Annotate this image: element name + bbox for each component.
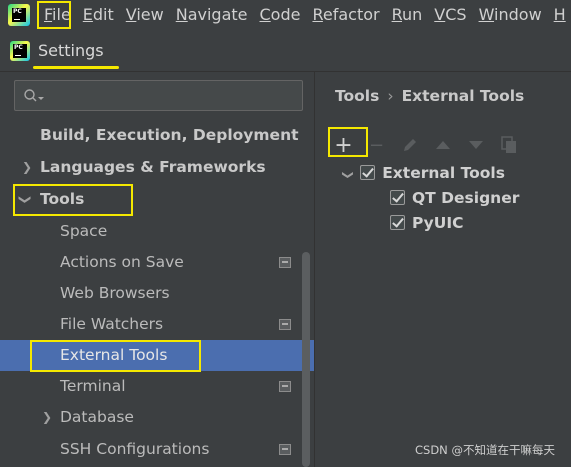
copy-icon: [500, 136, 516, 153]
external-tools-highlight: [30, 340, 201, 372]
breadcrumb-parent[interactable]: Tools: [335, 87, 379, 105]
project-settings-icon: [279, 319, 291, 330]
external-tools-group[interactable]: ❯ External Tools: [342, 161, 505, 185]
tree-item-database[interactable]: ❯ Database: [0, 402, 314, 433]
file-menu-highlight: [37, 1, 71, 29]
project-settings-icon: [279, 444, 291, 455]
tree-item-languages-frameworks[interactable]: ❯ Languages & Frameworks: [0, 152, 314, 183]
checkbox[interactable]: [360, 165, 376, 180]
menu-code[interactable]: Code: [254, 0, 307, 30]
move-down-button[interactable]: [459, 131, 492, 159]
arrow-down-icon: [468, 141, 483, 149]
menu-bar: PC File Edit View Navigate Code Refactor…: [0, 0, 571, 30]
breadcrumb: Tools › External Tools: [335, 87, 524, 105]
menu-help[interactable]: H: [548, 0, 571, 30]
menu-window[interactable]: Window: [473, 0, 548, 30]
settings-tree-panel: Build, Execution, Deployment ❯ Languages…: [0, 72, 314, 467]
tree-item-space[interactable]: Space: [0, 216, 314, 247]
pycharm-icon: PC: [10, 40, 30, 61]
window-title: Settings: [38, 41, 104, 60]
project-settings-icon: [279, 257, 291, 268]
tool-item-pyuic[interactable]: PyUIC: [390, 211, 463, 235]
search-input[interactable]: [14, 80, 303, 111]
tree-item-web-browsers[interactable]: Web Browsers: [0, 278, 314, 309]
chevron-down-icon[interactable]: ❯: [336, 170, 360, 179]
checkbox[interactable]: [390, 190, 405, 205]
tree-item-build-execution-deployment[interactable]: Build, Execution, Deployment: [0, 120, 314, 151]
move-up-button[interactable]: [426, 131, 459, 159]
pencil-icon: [403, 139, 416, 151]
tree-scrollbar[interactable]: [302, 252, 310, 467]
chevron-right-icon[interactable]: ❯: [42, 402, 52, 433]
settings-underline-mark: [33, 66, 119, 69]
project-settings-icon: [279, 381, 291, 392]
tree-item-file-watchers[interactable]: File Watchers: [0, 309, 314, 340]
menu-navigate[interactable]: Navigate: [170, 0, 254, 30]
checkbox[interactable]: [390, 215, 405, 230]
copy-tool-button[interactable]: [492, 131, 525, 159]
pycharm-icon: PC: [8, 4, 30, 26]
tree-item-actions-on-save[interactable]: Actions on Save: [0, 247, 314, 278]
menu-refactor[interactable]: Refactor: [306, 0, 385, 30]
tools-highlight: [13, 184, 133, 216]
menu-edit[interactable]: Edit: [77, 0, 120, 30]
menu-vcs[interactable]: VCS: [428, 0, 472, 30]
search-icon: [24, 89, 44, 102]
breadcrumb-separator: ›: [387, 87, 394, 105]
add-button-highlight: [328, 127, 368, 157]
arrow-up-icon: [435, 141, 450, 149]
tree-item-terminal[interactable]: Terminal: [0, 371, 314, 402]
watermark: CSDN @不知道在干嘛每天: [415, 443, 555, 457]
tool-item-qt-designer[interactable]: QT Designer: [390, 186, 519, 210]
menu-view[interactable]: View: [120, 0, 170, 30]
chevron-right-icon[interactable]: ❯: [22, 152, 32, 183]
breadcrumb-current: External Tools: [401, 87, 525, 105]
menu-run[interactable]: Run: [386, 0, 429, 30]
edit-tool-button[interactable]: [393, 131, 426, 159]
tree-item-ssh-configurations[interactable]: SSH Configurations: [0, 434, 314, 465]
